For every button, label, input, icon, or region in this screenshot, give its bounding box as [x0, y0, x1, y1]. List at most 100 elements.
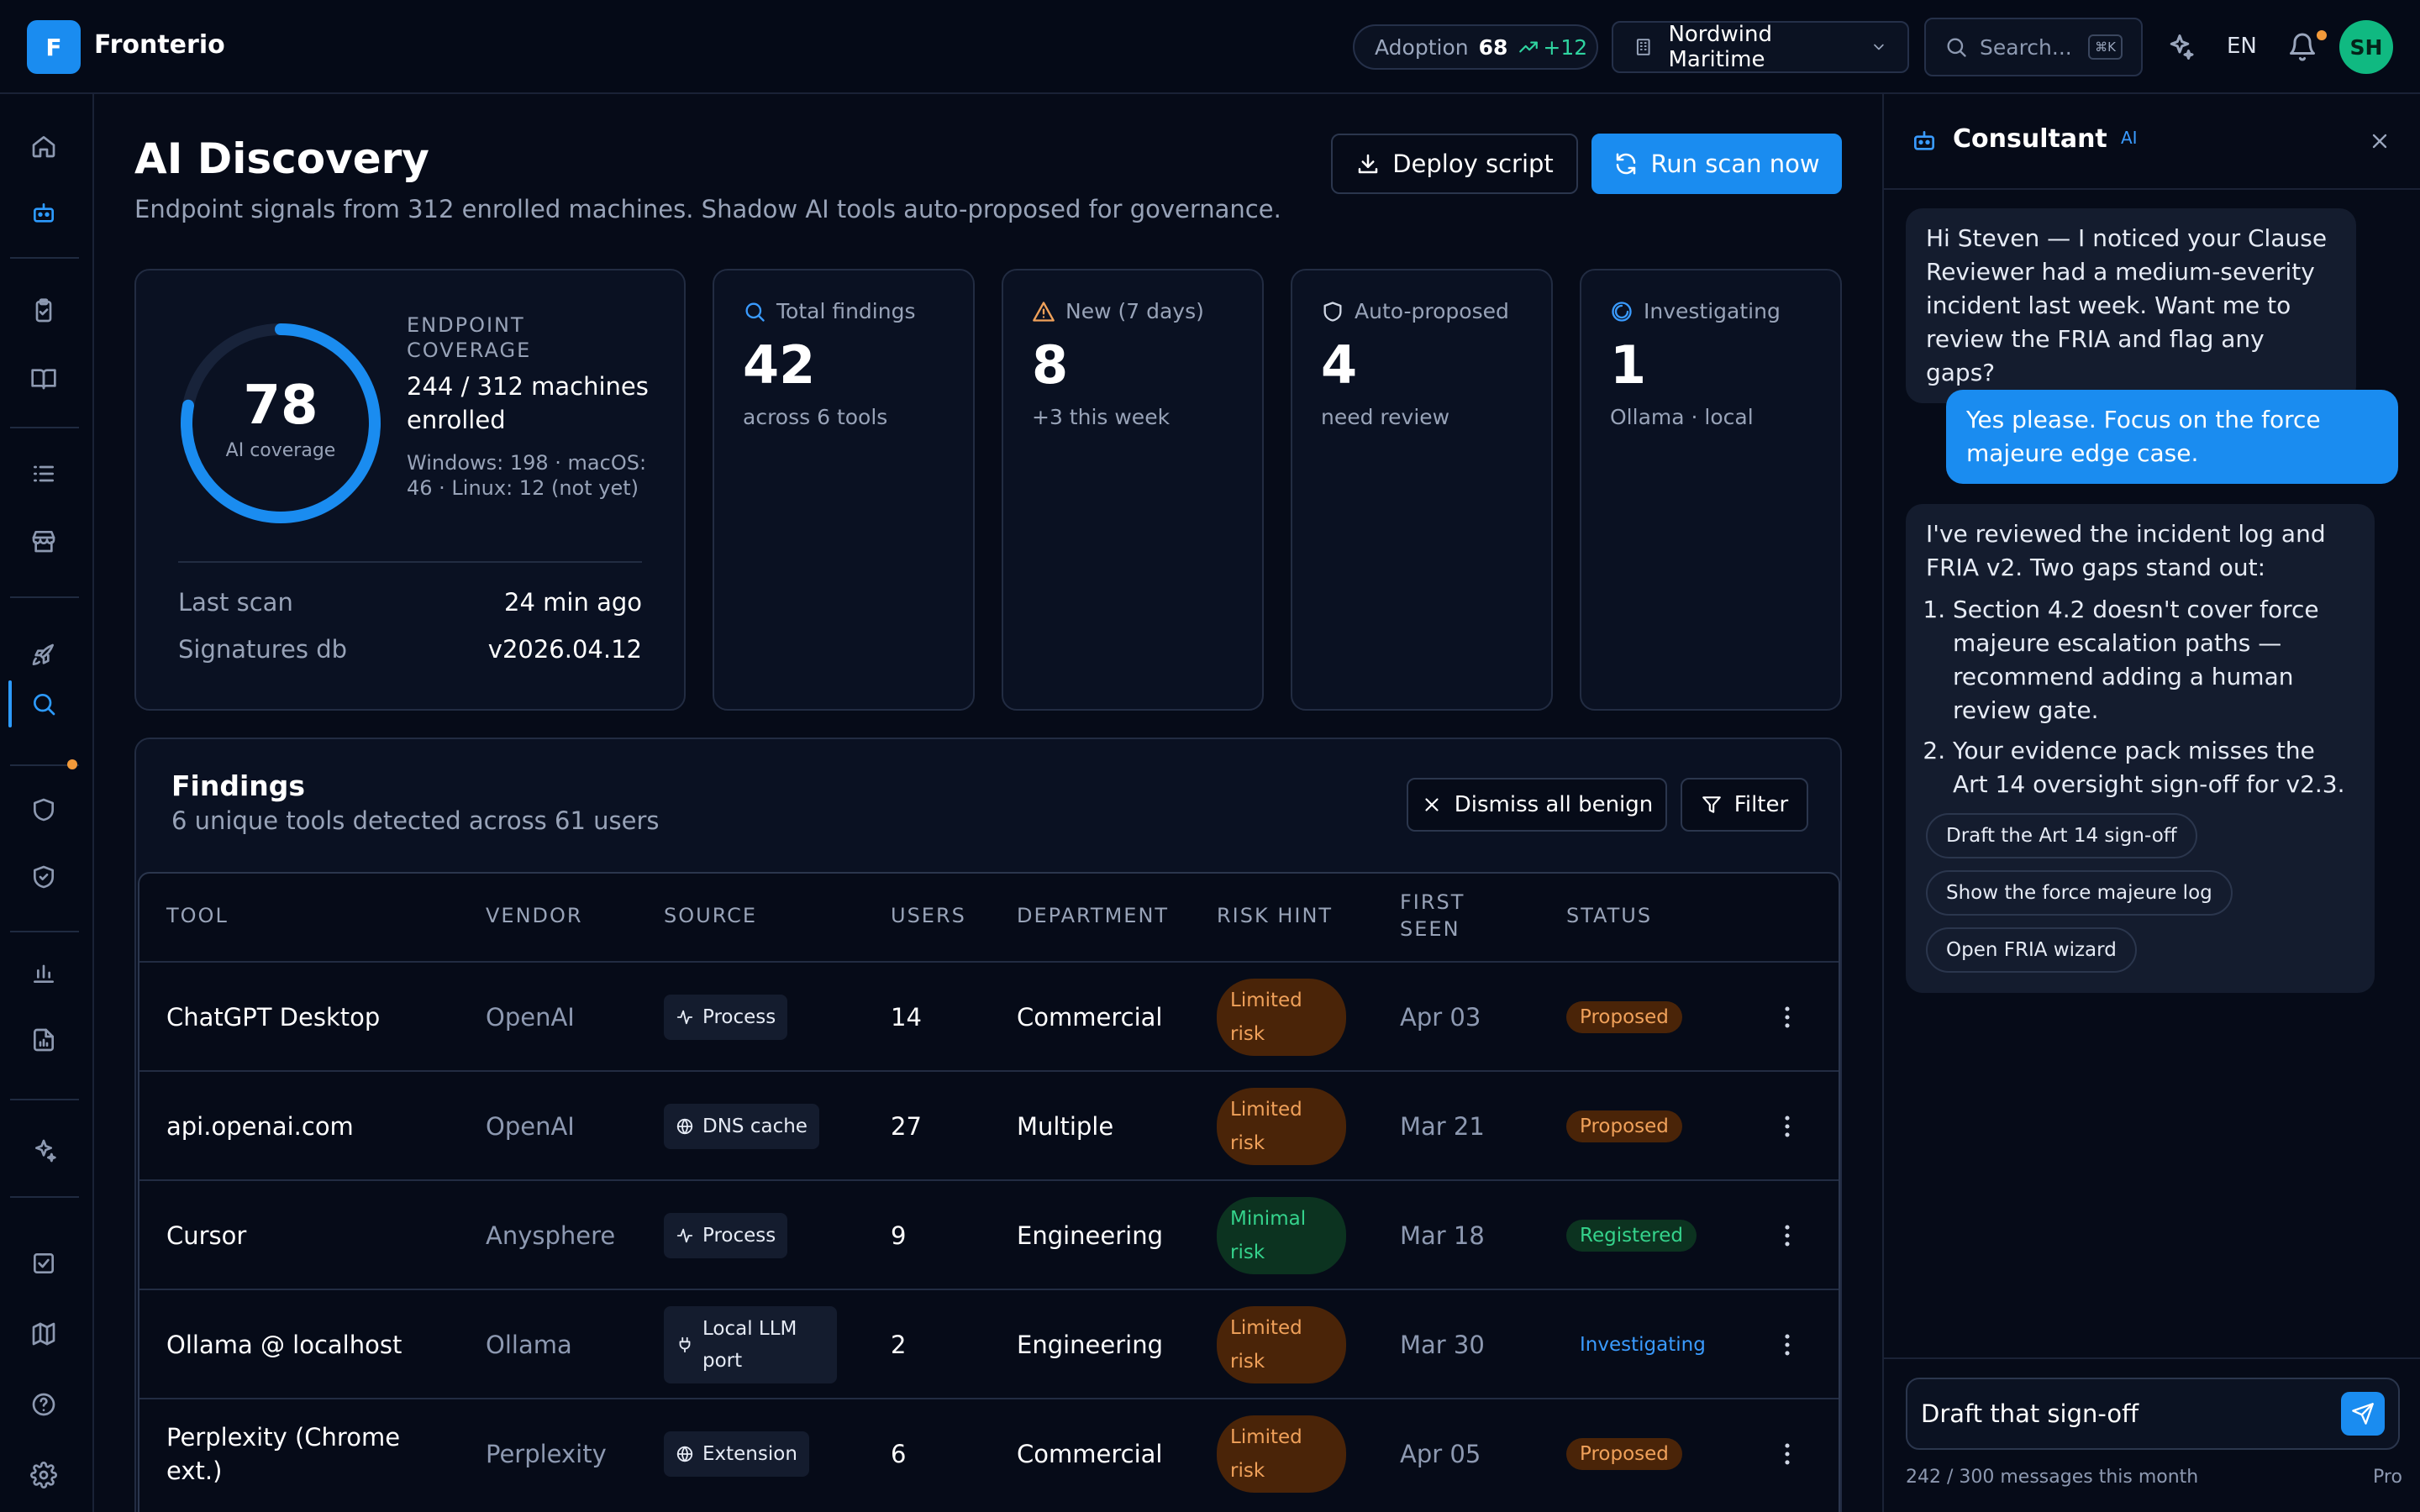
source-chip: DNS cache [664, 1104, 819, 1149]
activity-icon [676, 1008, 694, 1026]
rocket-icon[interactable] [25, 637, 62, 674]
run-scan-button[interactable]: Run scan now [1591, 134, 1842, 194]
cell-status: Registered [1566, 1181, 1697, 1290]
col-header-vendor[interactable]: VENDOR [486, 902, 583, 929]
table-row[interactable]: api.openai.com OpenAI DNS cache 27 Multi… [139, 1070, 1839, 1179]
global-search[interactable]: Search... ⌘K [1924, 18, 2143, 76]
map-icon[interactable] [25, 1315, 62, 1352]
filter-icon [1701, 794, 1723, 816]
active-indicator [8, 680, 12, 727]
suggestion-chip[interactable]: Open FRIA wizard [1926, 927, 2137, 973]
stat-card-investigating[interactable]: Investigating 1 Ollama · local [1580, 269, 1842, 711]
panel-footer-divider [1884, 1357, 2420, 1359]
help-icon[interactable] [25, 1386, 62, 1423]
cell-first-seen: Mar 21 [1400, 1112, 1485, 1141]
clipboard-icon[interactable] [25, 292, 62, 329]
coverage-divider [178, 561, 642, 563]
col-header-risk[interactable]: RISK HINT [1217, 902, 1333, 929]
sparkles-icon[interactable] [25, 1132, 62, 1169]
bell-icon[interactable] [2287, 32, 2317, 62]
more-vertical-icon[interactable] [1773, 1003, 1802, 1032]
assistant-message-text: I've reviewed the incident log and FRIA … [1926, 520, 2326, 581]
col-header-first-seen[interactable]: FIRST SEEN [1400, 889, 1492, 942]
top-bar: F Fronterio Adoption 68 +12 Nordwind Mar… [0, 0, 2420, 94]
risk-badge: Limited risk [1217, 1088, 1346, 1165]
adoption-pill[interactable]: Adoption 68 +12 [1353, 24, 1598, 70]
col-header-department[interactable]: DEPARTMENT [1017, 902, 1169, 929]
filter-button[interactable]: Filter [1681, 778, 1808, 832]
signatures-value: v2026.04.12 [487, 635, 642, 664]
risk-badge: Limited risk [1217, 979, 1346, 1056]
filter-label: Filter [1733, 792, 1789, 817]
last-scan-row: Last scan 24 min ago [178, 588, 642, 617]
cell-status: Proposed [1566, 1399, 1682, 1509]
bar-chart-icon[interactable] [25, 954, 62, 991]
bot-icon [1911, 128, 1938, 155]
suggestion-chip[interactable]: Draft the Art 14 sign-off [1926, 813, 2197, 858]
stat-subtext: need review [1321, 405, 1450, 429]
coverage-heading: ENDPOINT COVERAGE [407, 313, 532, 362]
stat-subtext: Ollama · local [1610, 405, 1754, 429]
chat-input[interactable]: Draft that sign-off [1906, 1378, 2400, 1450]
user-avatar[interactable]: SH [2339, 20, 2393, 74]
col-header-users[interactable]: USERS [891, 902, 966, 929]
shield-check-icon[interactable] [25, 858, 62, 895]
more-vertical-icon[interactable] [1773, 1221, 1802, 1250]
status-badge: Proposed [1566, 1438, 1682, 1470]
bot-icon[interactable] [25, 195, 62, 232]
table-row[interactable]: Ollama @ localhost Ollama Local LLM port… [139, 1289, 1839, 1399]
cell-vendor: Ollama [486, 1331, 572, 1359]
shield-icon [1321, 300, 1344, 323]
stat-card-total-findings[interactable]: Total findings 42 across 6 tools [713, 269, 975, 711]
coverage-os-breakdown: Windows: 198 · macOS: 46 · Linux: 12 (no… [407, 451, 647, 500]
col-header-source[interactable]: SOURCE [664, 902, 757, 929]
stat-header: New (7 days) [1032, 299, 1204, 323]
stat-card-auto-proposed[interactable]: Auto-proposed 4 need review [1291, 269, 1553, 711]
shield-icon[interactable] [25, 791, 62, 828]
cell-source: Local LLM port [664, 1290, 837, 1399]
coverage-enrolled: 244 / 312 machines enrolled [407, 372, 649, 434]
settings-icon[interactable] [25, 1457, 62, 1494]
col-header-status[interactable]: STATUS [1566, 902, 1652, 929]
send-icon[interactable] [2341, 1392, 2385, 1436]
org-selector[interactable]: Nordwind Maritime [1612, 21, 1909, 73]
coverage-caption: AI coverage [225, 440, 336, 461]
activity-icon [676, 1226, 694, 1245]
suggestion-chip[interactable]: Show the force majeure log [1926, 870, 2233, 916]
store-icon[interactable] [25, 522, 62, 559]
cell-risk: Limited risk [1217, 1290, 1346, 1399]
stat-card-new[interactable]: New (7 days) 8 +3 this week [1002, 269, 1264, 711]
sparkles-icon[interactable] [2165, 32, 2195, 62]
cell-department: Multiple [1017, 1112, 1114, 1141]
cell-source: Process [664, 963, 788, 1072]
table-row[interactable]: Perplexity (Chrome ext.) Perplexity Exte… [139, 1398, 1839, 1509]
rail-divider [10, 257, 79, 259]
report-icon[interactable] [25, 1021, 62, 1058]
more-vertical-icon[interactable] [1773, 1112, 1802, 1141]
cell-first-seen: Apr 05 [1400, 1440, 1481, 1468]
table-row[interactable]: ChatGPT Desktop OpenAI Process 14 Commer… [139, 961, 1839, 1072]
cell-risk: Limited risk [1217, 963, 1346, 1072]
more-vertical-icon[interactable] [1773, 1440, 1802, 1468]
stat-header: Investigating [1610, 299, 1781, 323]
cell-status: Investigating [1566, 1290, 1719, 1399]
book-icon[interactable] [25, 360, 62, 396]
app-logo[interactable]: F [27, 20, 81, 74]
list-icon[interactable] [25, 455, 62, 492]
gap-item: Your evidence pack misses the Art 14 ove… [1953, 734, 2354, 801]
dismiss-benign-button[interactable]: Dismiss all benign [1407, 778, 1667, 832]
cell-tool: api.openai.com [166, 1112, 354, 1141]
language-switcher[interactable]: EN [2227, 34, 2257, 59]
table-row[interactable]: Cursor Anysphere Process 9 Engineering M… [139, 1179, 1839, 1290]
home-icon[interactable] [25, 128, 62, 165]
cell-users: 27 [891, 1112, 922, 1141]
checkbox-icon[interactable] [25, 1245, 62, 1282]
close-icon[interactable] [2368, 129, 2391, 153]
source-label: DNS cache [702, 1116, 808, 1137]
stat-value: 1 [1610, 334, 1647, 396]
search-icon[interactable] [25, 685, 62, 722]
more-vertical-icon[interactable] [1773, 1331, 1802, 1359]
col-header-tool[interactable]: TOOL [166, 902, 229, 929]
adoption-delta-value: +12 [1543, 34, 1588, 60]
deploy-script-button[interactable]: Deploy script [1331, 134, 1578, 194]
